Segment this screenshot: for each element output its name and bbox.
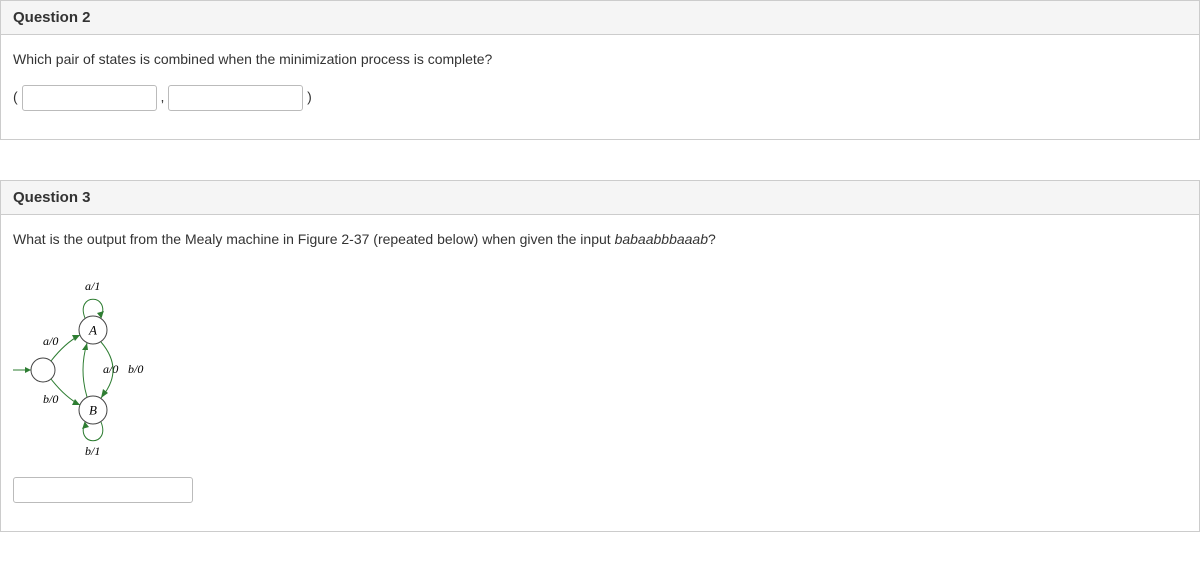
state-1-input[interactable]: [22, 85, 157, 111]
q3-prompt-post: ?: [708, 231, 716, 247]
loop-A-label: a/1: [85, 279, 100, 293]
question-3-title: Question 3: [13, 189, 91, 206]
pair-input-row: ( , ): [13, 85, 1187, 111]
open-paren: (: [13, 89, 18, 105]
q3-answer-input[interactable]: [13, 477, 193, 503]
question-3-prompt: What is the output from the Mealy machin…: [13, 231, 1187, 247]
q3-prompt-em: babaabbbaaab: [615, 231, 708, 247]
A-to-B-label: b/0: [128, 362, 143, 376]
question-2-body: Which pair of states is combined when th…: [1, 35, 1199, 139]
state-A-label: A: [88, 323, 97, 338]
q3-prompt-pre: What is the output from the Mealy machin…: [13, 231, 615, 247]
start-to-B-label: b/0: [43, 392, 58, 406]
close-paren: ): [307, 89, 312, 105]
B-to-A-label: a/0: [103, 362, 118, 376]
state-2-input[interactable]: [168, 85, 303, 111]
state-B-label: B: [89, 403, 97, 418]
question-3-block: Question 3 What is the output from the M…: [0, 180, 1200, 532]
question-2-header: Question 2: [1, 1, 1199, 35]
question-2-block: Question 2 Which pair of states is combi…: [0, 0, 1200, 140]
mealy-diagram: A B a/1 b/1 a/0 b/0: [13, 265, 1187, 455]
comma: ,: [160, 89, 164, 105]
loop-B-label: b/1: [85, 444, 100, 455]
start-to-A-label: a/0: [43, 334, 58, 348]
question-2-title: Question 2: [13, 9, 91, 26]
question-3-header: Question 3: [1, 181, 1199, 215]
question-3-body: What is the output from the Mealy machin…: [1, 215, 1199, 531]
question-2-prompt: Which pair of states is combined when th…: [13, 51, 1187, 67]
